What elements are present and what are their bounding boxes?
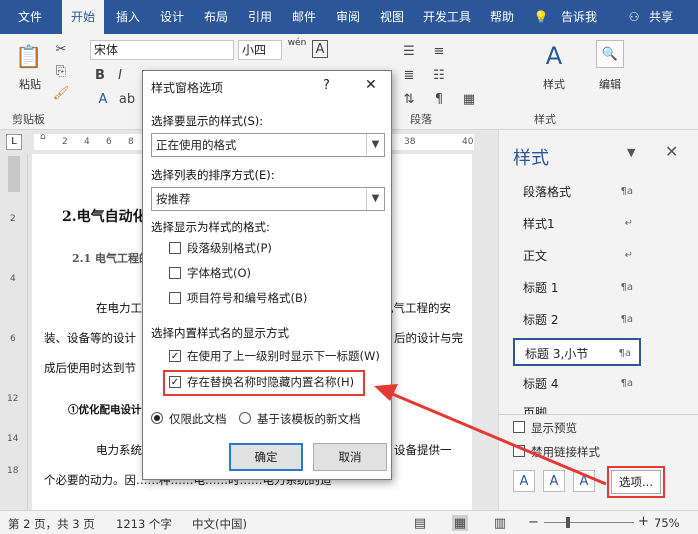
annotation-arrow bbox=[374, 384, 607, 486]
arrow-line bbox=[389, 391, 607, 486]
arrow-head bbox=[374, 384, 398, 401]
